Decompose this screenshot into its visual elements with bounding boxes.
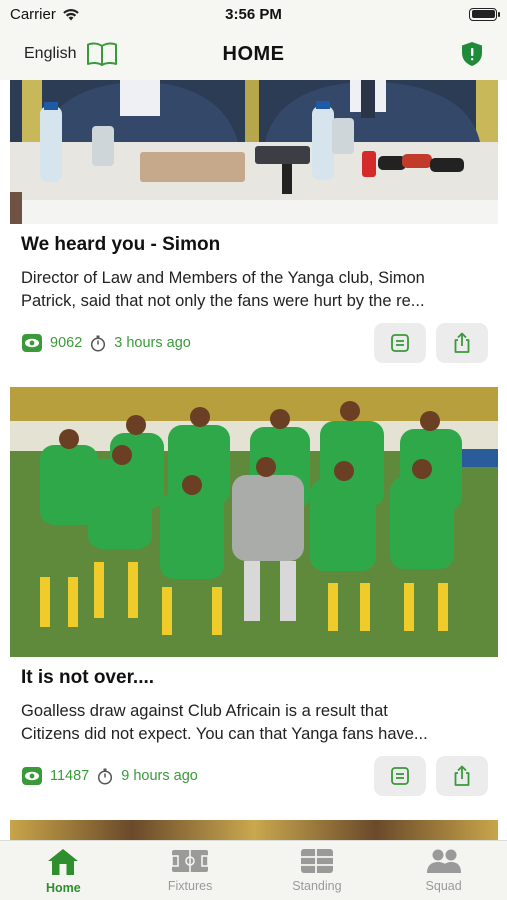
tab-label: Squad (425, 879, 462, 893)
eye-icon (22, 767, 42, 785)
news-excerpt-line-1: Goalless draw against Club Africain is a… (21, 702, 388, 720)
status-bar: Carrier 3:56 PM (0, 0, 507, 28)
battery-icon (469, 7, 500, 21)
tab-label: Fixtures (167, 879, 213, 893)
news-image-press-conference[interactable] (10, 80, 498, 224)
news-meta: 9062 3 hours ago (22, 322, 488, 364)
people-icon (426, 849, 461, 873)
nav-bar: English HOME (0, 28, 507, 80)
language-selector[interactable]: English (24, 41, 118, 67)
tab-label: Standing (292, 879, 342, 893)
tab-home[interactable]: Home (0, 841, 127, 900)
news-excerpt-line-2: Citizens did not expect. You can that Ya… (21, 725, 428, 743)
read-article-button[interactable] (374, 323, 426, 363)
tab-label: Home (46, 881, 81, 895)
news-title[interactable]: We heard you - Simon (21, 234, 498, 256)
share-icon (454, 765, 470, 786)
language-label: English (24, 45, 77, 62)
news-stats: 9062 3 hours ago (22, 334, 191, 352)
eye-icon (22, 334, 42, 352)
share-button[interactable] (436, 323, 488, 363)
table-icon (300, 849, 333, 873)
news-actions (374, 323, 488, 363)
news-title[interactable]: It is not over.... (21, 667, 498, 689)
carrier-label: Carrier (10, 5, 56, 23)
tab-standing[interactable]: Standing (254, 841, 381, 900)
book-icon (87, 42, 118, 66)
news-meta: 11487 9 hours ago (22, 755, 488, 797)
stopwatch-icon (98, 768, 113, 785)
status-left: Carrier (10, 6, 80, 23)
home-icon (48, 849, 79, 875)
news-card[interactable]: It is not over.... Goalless draw against… (10, 387, 498, 797)
time-ago: 9 hours ago (121, 768, 198, 784)
tab-bar: Home Fixtures Standing Squad (0, 840, 507, 900)
share-button[interactable] (436, 756, 488, 796)
news-stats: 11487 9 hours ago (22, 767, 198, 785)
read-article-button[interactable] (374, 756, 426, 796)
news-card[interactable] (10, 820, 498, 840)
news-feed[interactable]: We heard you - Simon Director of Law and… (0, 80, 507, 840)
news-image-stadium[interactable] (10, 820, 498, 840)
pitch-icon (171, 850, 209, 872)
document-icon (391, 767, 409, 785)
view-count: 11487 (50, 768, 90, 784)
share-icon (454, 332, 470, 353)
wifi-icon (63, 8, 79, 20)
shield-icon[interactable] (461, 41, 483, 67)
news-image-team-photo[interactable] (10, 387, 498, 657)
news-excerpt-line-1: Director of Law and Members of the Yanga… (21, 269, 425, 287)
news-card[interactable]: We heard you - Simon Director of Law and… (10, 80, 498, 364)
time-ago: 3 hours ago (114, 335, 191, 351)
stopwatch-icon (91, 335, 106, 352)
view-count: 9062 (50, 335, 83, 351)
news-actions (374, 756, 488, 796)
document-icon (391, 334, 409, 352)
press-conference-illustration (10, 80, 498, 224)
team-photo-illustration (10, 387, 498, 657)
tab-fixtures[interactable]: Fixtures (127, 841, 254, 900)
tab-squad[interactable]: Squad (380, 841, 507, 900)
news-excerpt-line-2: Patrick, said that not only the fans wer… (21, 292, 425, 310)
